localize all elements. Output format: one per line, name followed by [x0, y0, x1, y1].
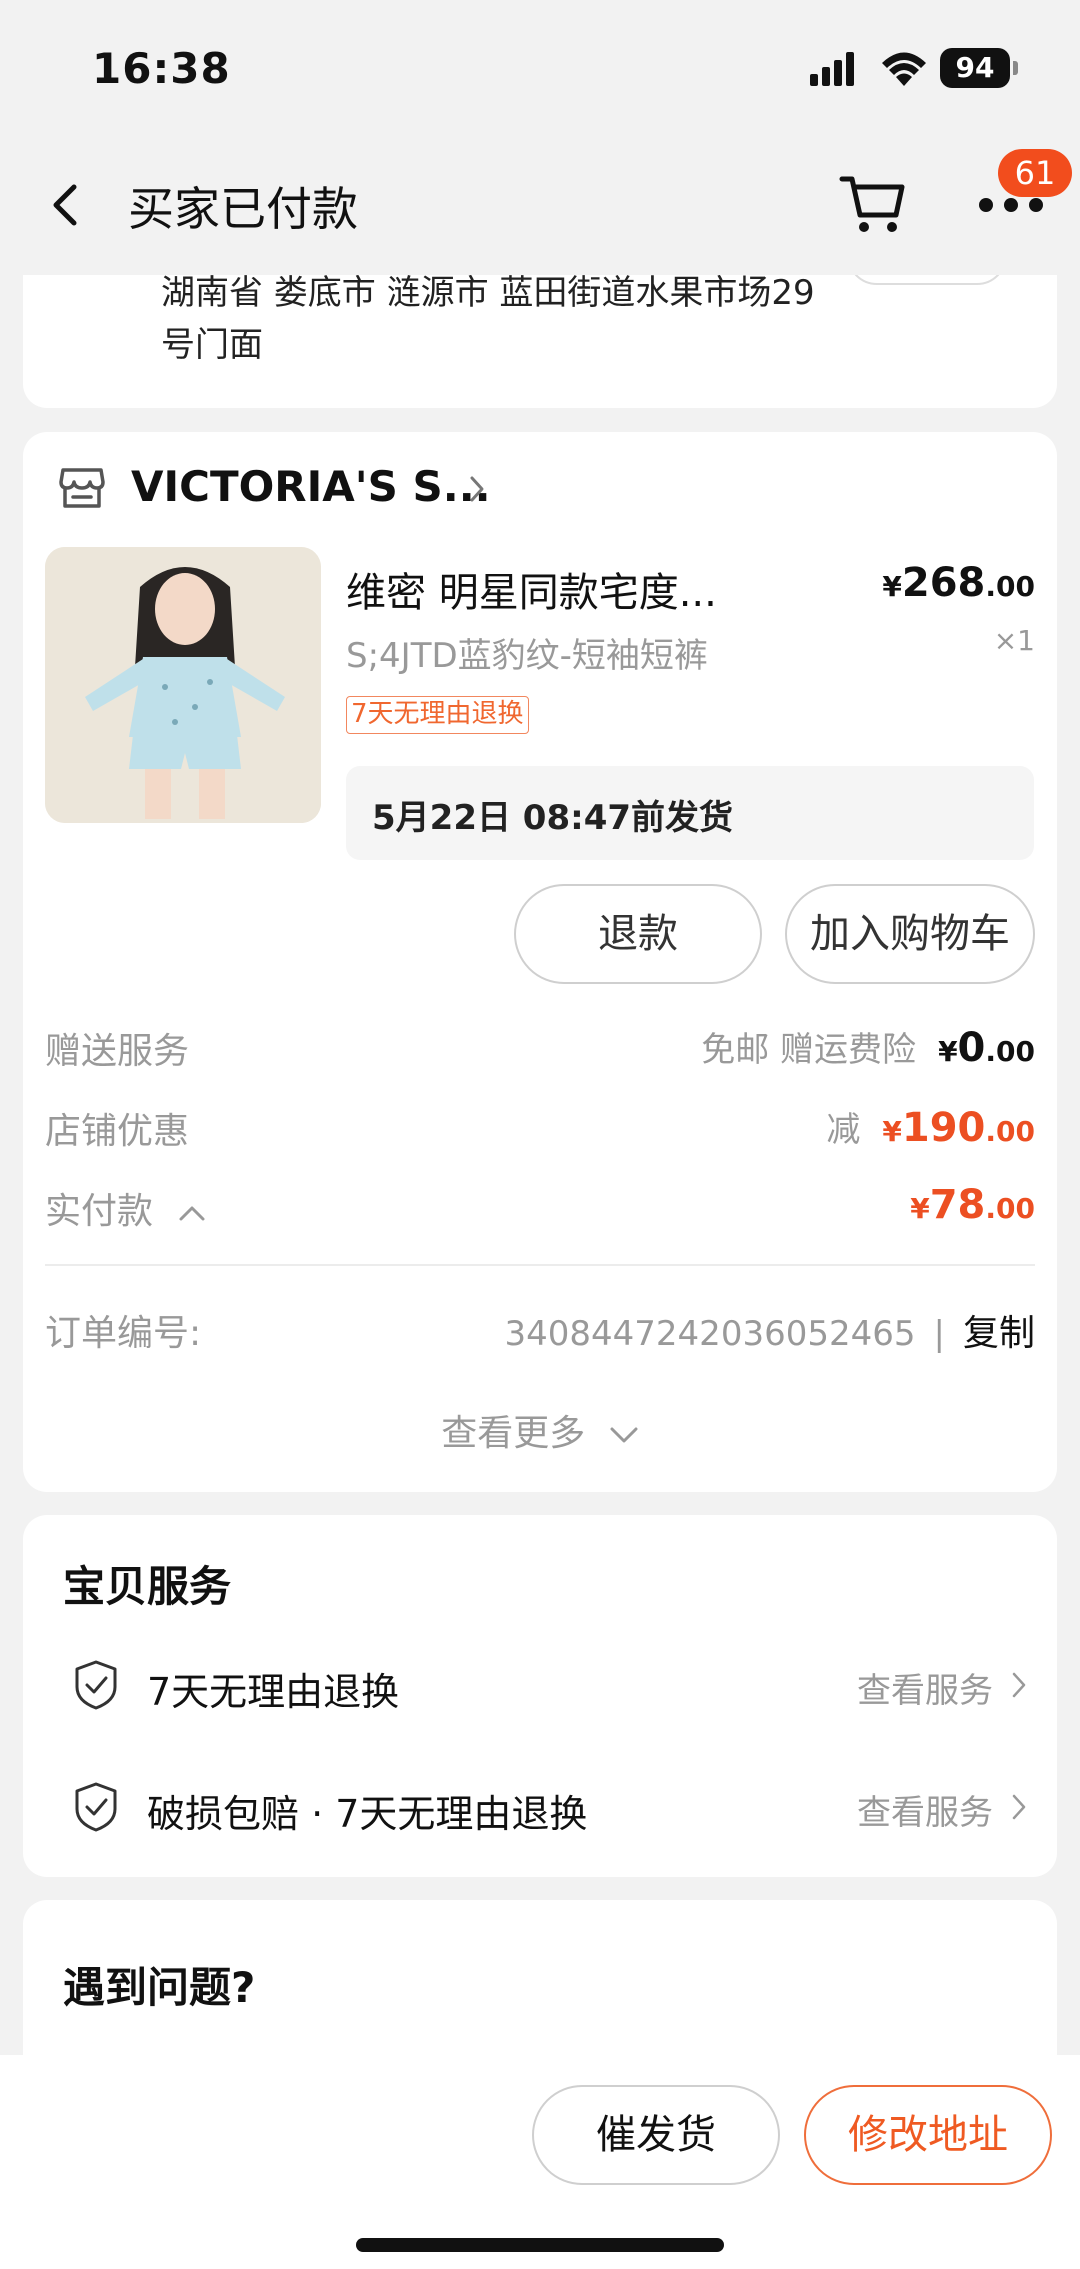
discount-decimal: .00: [985, 1115, 1035, 1148]
status-time: 16:38: [92, 44, 231, 93]
shield-check-icon: [75, 1660, 117, 1710]
chevron-down-icon: [610, 1427, 638, 1443]
store-name[interactable]: VICTORIA'S S...: [131, 462, 491, 511]
address-edit-button[interactable]: [847, 275, 1007, 285]
product-sku: S;4JTD蓝豹纹-短袖短裤: [346, 636, 708, 676]
address-text: 湖南省 娄底市 涟源市 蓝田街道水果市场29号门面: [161, 275, 815, 365]
paid-currency: ¥: [910, 1192, 930, 1225]
view-service-link[interactable]: 查看服务: [857, 1785, 993, 1834]
problem-heading: 遇到问题?: [63, 1963, 256, 2012]
add-to-cart-button[interactable]: 加入购物车: [785, 884, 1035, 984]
discount-amount: ¥190.00: [882, 1105, 1035, 1151]
paid-amount-label: 实付款: [45, 1191, 154, 1232]
service-heading: 宝贝服务: [63, 1562, 232, 1611]
order-number-value: 3408447242036052465: [504, 1314, 916, 1354]
paid-amount-value: ¥78.00: [910, 1182, 1035, 1228]
problem-card: 遇到问题?: [23, 1900, 1057, 2055]
divider: [45, 1264, 1035, 1266]
store-discount-value: 减 ¥190.00: [826, 1102, 1035, 1151]
service-card: 宝贝服务 7天无理由退换 查看服务 破损包赔 · 7天无理由退换 查看服务: [23, 1515, 1057, 1877]
product-title[interactable]: 维密 明星同款宅度...: [346, 560, 717, 618]
price-integer: 268: [901, 560, 986, 606]
return-policy-tag: 7天无理由退换: [346, 696, 529, 734]
view-more-button[interactable]: 查看更多: [23, 1404, 1057, 1456]
store-icon: [59, 468, 105, 508]
gift-service-note: 免邮 赠运费险: [701, 1030, 917, 1070]
order-card: VICTORIA'S S... 维密 明星同款宅度... ¥268.00 S;4…: [23, 432, 1057, 1492]
paid-decimal: .00: [985, 1192, 1035, 1225]
copy-button[interactable]: 复制: [963, 1313, 1035, 1354]
service-item-text: 7天无理由退换: [147, 1670, 400, 1714]
ship-deadline-box: 5月22日 08:47前发货: [346, 766, 1034, 860]
service-item[interactable]: 7天无理由退换 查看服务: [23, 1639, 1057, 1729]
product-image[interactable]: [45, 547, 321, 823]
status-bar: 16:38 94: [0, 0, 1080, 135]
chevron-right-icon: [1012, 1672, 1026, 1698]
view-more-label: 查看更多: [441, 1413, 586, 1454]
product-photo-illustration: [45, 547, 321, 823]
service-item-text: 破损包赔 · 7天无理由退换: [147, 1792, 588, 1836]
notification-badge: 61: [998, 149, 1072, 197]
product-price: ¥268.00: [882, 560, 1035, 606]
paid-integer: 78: [929, 1182, 986, 1228]
view-service-link[interactable]: 查看服务: [857, 1663, 993, 1712]
chevron-right-icon[interactable]: [467, 474, 487, 504]
urge-shipment-button[interactable]: 催发货: [532, 2085, 780, 2185]
paid-amount-toggle[interactable]: 实付款: [45, 1182, 206, 1234]
gift-integer: 0: [957, 1025, 986, 1071]
shield-check-icon: [75, 1782, 117, 1832]
nav-bar: 买家已付款 61: [0, 135, 1080, 275]
gift-service-amount: ¥0.00: [938, 1025, 1035, 1071]
price-currency: ¥: [882, 570, 902, 603]
modify-address-button[interactable]: 修改地址: [804, 2085, 1052, 2185]
price-decimal: .00: [985, 570, 1035, 603]
order-number-row: 3408447242036052465 | 复制: [505, 1304, 1036, 1356]
chevron-right-icon: [1012, 1794, 1026, 1820]
battery-indicator: 94: [940, 48, 1020, 88]
home-indicator: [356, 2238, 724, 2252]
address-card[interactable]: 湖南省 娄底市 涟源市 蓝田街道水果市场29号门面: [23, 275, 1057, 408]
gift-service-label: 赠送服务: [45, 1031, 190, 1072]
gift-currency: ¥: [938, 1035, 958, 1068]
battery-cap: [1013, 61, 1018, 75]
product-quantity: ×1: [993, 624, 1035, 657]
refund-button[interactable]: 退款: [514, 884, 762, 984]
service-item[interactable]: 破损包赔 · 7天无理由退换 查看服务: [23, 1761, 1057, 1851]
chevron-up-icon: [179, 1206, 205, 1221]
paid-amount: ¥78.00: [910, 1182, 1035, 1228]
signal-icon: [810, 52, 854, 86]
ship-deadline-text: 5月22日 08:47前发货: [372, 798, 734, 838]
gift-decimal: .00: [985, 1035, 1035, 1068]
gift-service-value: 免邮 赠运费险 ¥0.00: [701, 1022, 1035, 1071]
discount-minus: 减: [826, 1110, 861, 1150]
discount-integer: 190: [901, 1105, 986, 1151]
battery-level: 94: [940, 48, 1010, 88]
discount-currency: ¥: [882, 1115, 902, 1148]
order-number-label: 订单编号:: [45, 1313, 202, 1354]
wifi-icon: [882, 52, 926, 86]
page-title: 买家已付款: [128, 182, 358, 236]
cart-icon[interactable]: [838, 171, 908, 237]
bottom-action-bar: 催发货 修改地址: [0, 2055, 1080, 2269]
store-discount-label: 店铺优惠: [45, 1111, 190, 1152]
order-detail-content[interactable]: 湖南省 娄底市 涟源市 蓝田街道水果市场29号门面 VICTORIA'S S..…: [0, 275, 1080, 2055]
back-icon[interactable]: [48, 179, 84, 231]
order-number-separator: |: [933, 1314, 945, 1354]
